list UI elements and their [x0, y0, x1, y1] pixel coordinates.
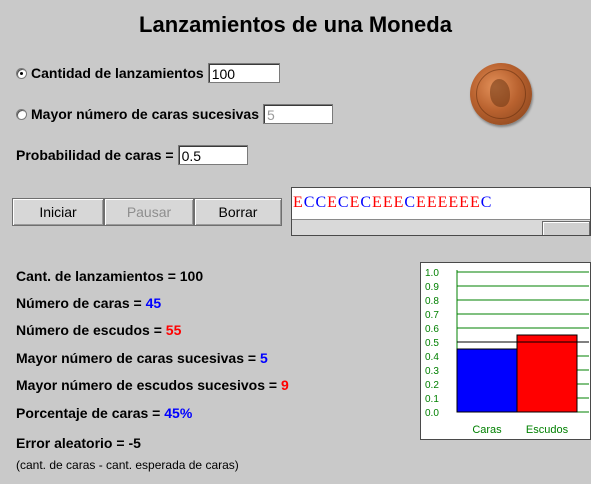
y-tick-label: 0.4 — [425, 352, 439, 363]
launches-input[interactable]: 100 — [207, 63, 280, 83]
stat-tails-label: Número de escudos = — [16, 322, 166, 338]
sequence-token: E — [393, 194, 405, 211]
stat-heads: Número de caras = 45 — [16, 295, 161, 311]
sequence-display: ECCECECEEECEEEEEEC — [291, 187, 591, 236]
stat-launches: Cant. de lanzamientos = 100 — [16, 268, 203, 284]
scrollbar-thumb[interactable] — [542, 221, 590, 235]
stat-percent: Porcentaje de caras = 45% — [16, 405, 192, 421]
y-tick-label: 0.5 — [425, 338, 439, 349]
app-title: Lanzamientos de una Moneda — [139, 12, 452, 37]
max-heads-input[interactable]: 5 — [263, 104, 334, 124]
stat-tails: Número de escudos = 55 — [16, 322, 181, 338]
y-tick-label: 0.2 — [425, 380, 439, 391]
sequence-token: E — [372, 194, 383, 211]
bar-caras — [456, 348, 518, 413]
sequence-text: ECCECECEEECEEEEEEC — [293, 194, 492, 212]
sequence-token: E — [382, 194, 394, 211]
launches-radio[interactable] — [16, 67, 27, 79]
start-button[interactable]: Iniciar — [12, 198, 104, 226]
launches-option-row: Cantidad de lanzamientos 100 — [16, 63, 280, 83]
stat-max-heads-value: 5 — [259, 350, 268, 366]
y-tick-label: 0.7 — [425, 310, 439, 321]
sequence-token: E — [349, 194, 361, 211]
stat-error-label: Error aleatorio = — [16, 435, 129, 451]
stat-tails-value: 55 — [165, 322, 182, 338]
sequence-token: C — [315, 194, 328, 211]
sequence-token: C — [480, 194, 493, 211]
y-tick-label: 0.1 — [425, 394, 439, 405]
x-tick-label: Escudos — [526, 424, 569, 436]
stat-max-tails-value: 9 — [280, 377, 289, 393]
sequence-token: E — [448, 194, 460, 211]
sequence-token: E — [426, 194, 438, 211]
stat-max-tails-label: Mayor número de escudos sucesivos = — [16, 377, 281, 393]
sequence-token: E — [437, 194, 449, 211]
stat-max-heads-label: Mayor número de caras sucesivas = — [16, 350, 260, 366]
probability-label: Probabilidad de caras = — [16, 147, 174, 163]
y-tick-label: 0.3 — [425, 366, 439, 377]
probability-input[interactable]: 0.5 — [177, 145, 248, 165]
coin-toss-app: Lanzamientos de una Moneda Cantidad de l… — [0, 0, 591, 484]
stat-percent-sign: % — [179, 405, 193, 421]
stat-percent-label: Porcentaje de caras = — [16, 405, 165, 421]
x-tick-label: Caras — [472, 424, 502, 436]
stat-heads-value: 45 — [145, 295, 162, 311]
y-tick-label: 0.8 — [425, 296, 439, 307]
launches-option-label: Cantidad de lanzamientos — [31, 65, 204, 81]
sequence-token: E — [469, 194, 481, 211]
stat-error: Error aleatorio = -5 — [16, 435, 141, 451]
stat-error-value: -5 — [128, 435, 141, 451]
max-heads-option-label: Mayor número de caras sucesivas — [31, 106, 260, 122]
frequency-chart: 0.0 0.1 0.2 0.3 0.4 0.5 0.6 0.7 0.8 0.9 1.0 Caras Es… — [420, 262, 591, 440]
sequence-token: C — [404, 194, 417, 211]
stat-percent-value: 45 — [164, 405, 180, 421]
sequence-token: E — [416, 194, 427, 211]
y-tick-label: 1.0 — [425, 268, 439, 279]
error-note: (cant. de caras - cant. esperada de cara… — [16, 458, 239, 472]
probability-row: Probabilidad de caras = 0.5 — [16, 145, 248, 165]
bar-escudos — [516, 334, 578, 413]
y-tick-label: 0.6 — [425, 324, 439, 335]
stat-heads-label: Número de caras = — [16, 295, 146, 311]
stat-launches-value: 100 — [179, 268, 204, 284]
sequence-token: C — [303, 194, 316, 211]
max-heads-radio[interactable] — [16, 108, 27, 120]
y-tick-label: 0.9 — [425, 282, 439, 293]
coin-image — [470, 63, 532, 125]
sequence-token: E — [293, 194, 304, 211]
stat-max-heads: Mayor número de caras sucesivas = 5 — [16, 350, 268, 366]
stat-launches-label: Cant. de lanzamientos = — [16, 268, 180, 284]
sequence-scrollbar[interactable] — [292, 219, 590, 235]
y-tick-label: 0.0 — [425, 408, 439, 419]
pause-button[interactable]: Pausar — [104, 198, 194, 226]
clear-button[interactable]: Borrar — [194, 198, 282, 226]
sequence-token: C — [337, 194, 350, 211]
frequency-chart-svg: 0.0 0.1 0.2 0.3 0.4 0.5 0.6 0.7 0.8 0.9 1.0 Caras Es… — [425, 268, 589, 436]
sequence-token: C — [360, 194, 373, 211]
stat-max-tails: Mayor número de escudos sucesivos = 9 — [16, 377, 289, 393]
sequence-token: E — [459, 194, 470, 211]
max-heads-option-row: Mayor número de caras sucesivas 5 — [16, 104, 334, 124]
sequence-token: E — [327, 194, 338, 211]
